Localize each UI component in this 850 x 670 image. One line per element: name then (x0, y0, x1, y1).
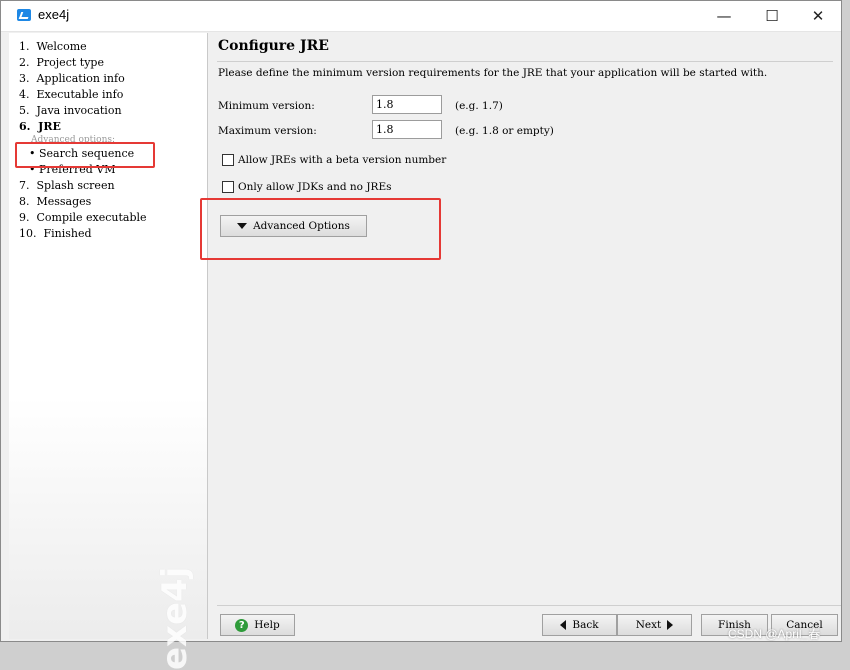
back-label: Back (572, 619, 599, 631)
step-compile-executable[interactable]: 9. Compile executable (19, 210, 147, 226)
help-button[interactable]: ? Help (220, 614, 295, 636)
exe4j-window: exe4j — ☐ ✕ 1. Welcome 2. Project type 3… (0, 0, 842, 670)
maximize-icon[interactable]: ☐ (749, 1, 795, 31)
step-application-info[interactable]: 3. Application info (19, 71, 147, 87)
step-jre[interactable]: 6. JRE (19, 119, 147, 135)
next-button[interactable]: Next (617, 614, 692, 636)
page-description: Please define the minimum version requir… (218, 67, 768, 79)
minimum-version-input[interactable]: 1.8 (372, 95, 442, 114)
maximum-version-input[interactable]: 1.8 (372, 120, 442, 139)
step-search-sequence[interactable]: • Search sequence (19, 146, 147, 162)
checkbox-unchecked-icon[interactable] (222, 154, 234, 166)
minimum-version-hint: (e.g. 1.7) (455, 100, 503, 112)
header-divider (217, 61, 833, 62)
window-title: exe4j (38, 7, 70, 22)
step-finished[interactable]: 10. Finished (19, 226, 147, 242)
help-label: Help (254, 619, 280, 631)
exe4j-app-icon (17, 9, 31, 21)
step-messages[interactable]: 8. Messages (19, 194, 147, 210)
page-title: Configure JRE (218, 38, 329, 54)
minimum-version-label: Minimum version: (218, 100, 315, 112)
only-jdk-label: Only allow JDKs and no JREs (238, 181, 392, 193)
checkbox-unchecked-icon[interactable] (222, 181, 234, 193)
step-java-invocation[interactable]: 5. Java invocation (19, 103, 147, 119)
allow-beta-jre-label: Allow JREs with a beta version number (238, 154, 447, 166)
step-welcome[interactable]: 1. Welcome (19, 39, 147, 55)
step-project-type[interactable]: 2. Project type (19, 55, 147, 71)
help-icon: ? (235, 618, 249, 632)
step-executable-info[interactable]: 4. Executable info (19, 87, 147, 103)
step-splash-screen[interactable]: 7. Splash screen (19, 178, 147, 194)
arrow-right-icon (667, 620, 674, 630)
csdn-credit-watermark: CSDN @April_春 (728, 627, 821, 641)
maximum-version-hint: (e.g. 1.8 or empty) (455, 125, 554, 137)
back-button[interactable]: Back (542, 614, 617, 636)
step-preferred-vm[interactable]: • Preferred VM (19, 162, 147, 178)
next-label: Next (635, 619, 662, 631)
advanced-options-caption: Advanced options: (31, 135, 116, 145)
triangle-down-icon (237, 223, 248, 229)
close-icon[interactable]: ✕ (795, 1, 841, 31)
arrow-left-icon (560, 620, 567, 630)
allow-beta-jre-checkbox[interactable]: Allow JREs with a beta version number (222, 154, 446, 166)
step-list: 1. Welcome 2. Project type 3. Applicatio… (19, 39, 147, 242)
exe4j-watermark: exe4j (155, 566, 195, 670)
wizard-steps-sidebar: 1. Welcome 2. Project type 3. Applicatio… (9, 33, 208, 670)
maximum-version-label: Maximum version: (218, 125, 317, 137)
advanced-options-label: Advanced Options (253, 220, 350, 232)
advanced-options-button[interactable]: Advanced Options (220, 215, 367, 237)
title-bar: exe4j — ☐ ✕ (1, 1, 841, 32)
configure-jre-panel: Configure JRE Please define the minimum … (209, 33, 841, 641)
footer-divider (217, 605, 841, 606)
minimize-icon[interactable]: — (701, 1, 747, 31)
only-jdk-checkbox[interactable]: Only allow JDKs and no JREs (222, 181, 392, 193)
